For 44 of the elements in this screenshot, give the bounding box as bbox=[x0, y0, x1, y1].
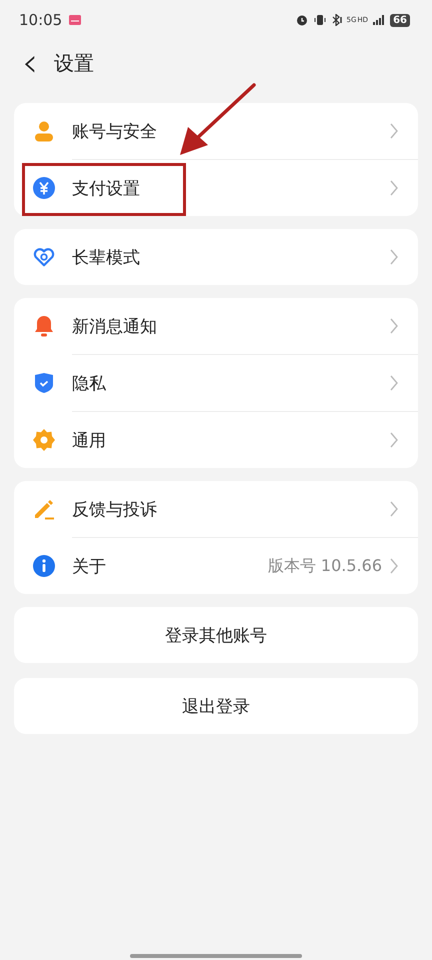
settings-item-label: 通用 bbox=[72, 430, 106, 452]
status-time: 10:05 bbox=[19, 11, 62, 29]
chevron-right-icon bbox=[390, 123, 398, 139]
settings-item[interactable]: 反馈与投诉 bbox=[14, 481, 418, 537]
vibrate-icon bbox=[312, 14, 327, 26]
settings-item[interactable]: 支付设置 bbox=[14, 160, 418, 216]
settings-item-label: 账号与安全 bbox=[72, 120, 157, 142]
yuan-icon bbox=[33, 177, 55, 199]
page-title: 设置 bbox=[54, 50, 94, 76]
chevron-right-icon bbox=[390, 318, 398, 334]
settings-item-label: 关于 bbox=[72, 556, 106, 578]
settings-item[interactable]: 隐私 bbox=[14, 355, 418, 411]
chevron-right-icon bbox=[390, 432, 398, 448]
pen-icon bbox=[33, 498, 55, 520]
heart-icon bbox=[33, 246, 55, 268]
settings-item[interactable]: 长辈模式 bbox=[14, 229, 418, 285]
back-button[interactable]: ‹ bbox=[14, 43, 46, 83]
battery-level: 66 bbox=[390, 14, 410, 26]
person-icon bbox=[33, 120, 55, 142]
settings-item-label: 支付设置 bbox=[72, 178, 140, 200]
shield-check-icon bbox=[33, 372, 55, 394]
chevron-right-icon bbox=[390, 249, 398, 265]
settings-item-label: 反馈与投诉 bbox=[72, 498, 157, 520]
settings-item[interactable]: 关于 版本号 10.5.66 bbox=[14, 538, 418, 594]
alarm-icon bbox=[296, 14, 308, 26]
settings-item-label: 长辈模式 bbox=[72, 246, 140, 268]
gear-icon bbox=[33, 429, 55, 451]
chevron-right-icon bbox=[390, 180, 398, 196]
chevron-right-icon bbox=[390, 501, 398, 517]
settings-item[interactable]: 通用 bbox=[14, 412, 418, 468]
bluetooth-icon bbox=[332, 14, 342, 26]
chevron-right-icon bbox=[390, 375, 398, 391]
version-number: 版本号 10.5.66 bbox=[268, 556, 382, 576]
settings-item-label: 隐私 bbox=[72, 372, 106, 394]
settings-item[interactable]: 账号与安全 bbox=[14, 103, 418, 159]
bell-icon bbox=[33, 315, 55, 337]
app-notification-icon bbox=[69, 15, 82, 25]
settings-item[interactable]: 新消息通知 bbox=[14, 298, 418, 354]
settings-item-label: 新消息通知 bbox=[72, 316, 157, 338]
signal-icon bbox=[373, 15, 386, 25]
info-icon bbox=[33, 555, 55, 577]
action-button[interactable]: 登录其他账号 bbox=[14, 607, 418, 663]
chevron-right-icon bbox=[390, 558, 398, 574]
action-button[interactable]: 退出登录 bbox=[14, 678, 418, 734]
